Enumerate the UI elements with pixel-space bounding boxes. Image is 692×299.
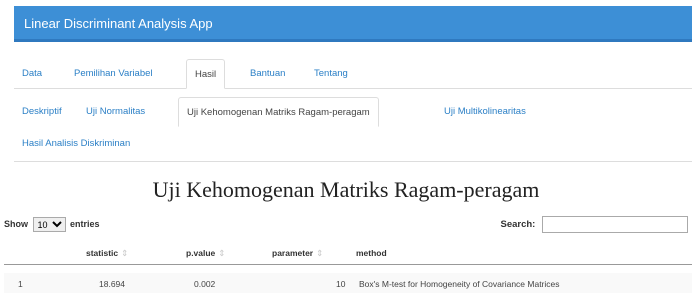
cell-statistic: 18.694 <box>99 279 125 289</box>
entries-length-control: Show 10 entries <box>4 217 100 232</box>
show-label: Show <box>4 218 28 229</box>
tab-deskriptif[interactable]: Deskriptif <box>14 97 70 127</box>
entries-label: entries <box>70 218 100 229</box>
search-label: Search: <box>500 219 536 231</box>
column-header-p-value[interactable]: p.value ⇕ <box>186 248 225 259</box>
cell-method: Box's M-test for Homogeneity of Covarian… <box>359 279 560 289</box>
tab-uji-multikolinearitas[interactable]: Uji Multikolinearitas <box>436 97 534 127</box>
tab-uji-kehomogenan[interactable]: Uji Kehomogenan Matriks Ragam-peragam <box>178 97 379 127</box>
tab-hasil[interactable]: Hasil <box>186 59 226 89</box>
search-input[interactable] <box>542 216 688 233</box>
table-header-divider <box>4 264 692 265</box>
column-header-statistic[interactable]: statistic ⇕ <box>86 248 128 259</box>
page-title: Uji Kehomogenan Matriks Ragam-peragam <box>152 177 540 202</box>
tab-bantuan[interactable]: Bantuan <box>242 59 293 89</box>
tab-hasil-analisis-diskriminan[interactable]: Hasil Analisis Diskriminan <box>14 129 138 159</box>
column-header-parameter[interactable]: parameter ⇕ <box>272 248 323 259</box>
main-tabs: Data Pemilihan Variabel Hasil Bantuan Te… <box>14 56 692 89</box>
tab-data[interactable]: Data <box>14 59 50 89</box>
tab-uji-normalitas[interactable]: Uji Normalitas <box>78 97 153 127</box>
column-header-method[interactable]: method <box>356 248 387 258</box>
app-navbar: Linear Discriminant Analysis App <box>14 6 692 42</box>
row-index: 1 <box>18 279 23 289</box>
cell-parameter: 10 <box>336 279 346 289</box>
cell-p-value: 0.002 <box>194 279 216 289</box>
sort-icon: ⇕ <box>121 248 129 258</box>
hasil-sub-tabs: Deskriptif Uji Normalitas Uji Kehomogena… <box>14 90 692 162</box>
app-title[interactable]: Linear Discriminant Analysis App <box>24 16 213 31</box>
table-search: Search: <box>500 216 688 233</box>
sort-icon: ⇕ <box>218 248 226 258</box>
sort-icon: ⇕ <box>316 248 324 258</box>
entries-select[interactable]: 10 <box>32 217 66 232</box>
tab-tentang[interactable]: Tentang <box>306 59 356 89</box>
tab-pemilihan-variabel[interactable]: Pemilihan Variabel <box>66 59 161 89</box>
